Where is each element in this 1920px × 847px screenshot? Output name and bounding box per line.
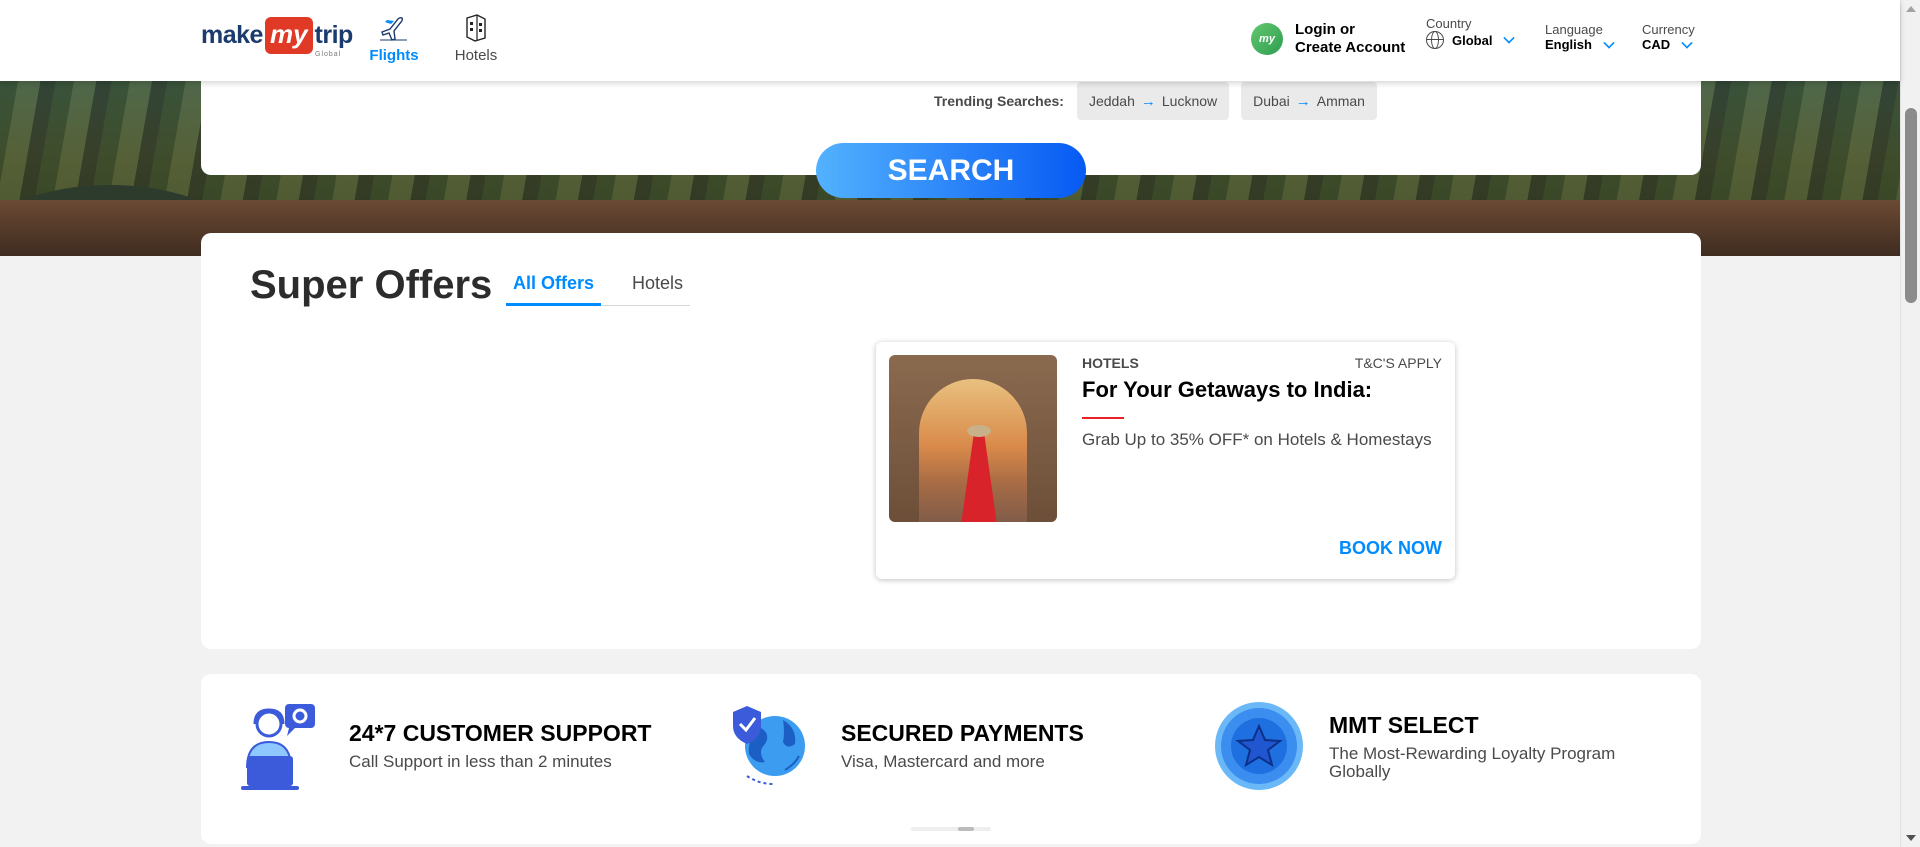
feature-title: SECURED PAYMENTS (841, 720, 1084, 746)
offer-tabs: All Offers Hotels (506, 267, 691, 306)
country-caption: Country (1426, 16, 1472, 31)
nav-hotels-label: Hotels (454, 47, 498, 64)
offer-terms: T&C'S APPLY (1354, 355, 1442, 371)
nav-hotels[interactable]: Hotels (446, 10, 506, 64)
book-now-link[interactable]: BOOK NOW (1339, 538, 1442, 559)
feature-description: Visa, Mastercard and more (841, 752, 1045, 771)
feature-description: The Most-Rewarding Loyalty Program Globa… (1329, 744, 1616, 781)
trending-label: Trending Searches: (934, 93, 1064, 109)
offer-title: For Your Getaways to India: (1082, 377, 1373, 402)
arrow-right-icon: → (1295, 92, 1311, 110)
chip-to: Amman (1316, 93, 1365, 109)
country-value: Global (1452, 32, 1493, 48)
tab-hotels[interactable]: Hotels (625, 267, 690, 305)
chip-from: Jeddah (1088, 93, 1135, 109)
logo-global: Global (315, 51, 342, 58)
feature-text: MMT SELECT The Most-Rewarding Loyalty Pr… (1329, 698, 1659, 781)
login-text: Login or Create Account (1295, 21, 1405, 57)
feature-description: Call Support in less than 2 minutes (349, 752, 612, 771)
scroll-down-arrow-icon[interactable] (1906, 835, 1916, 841)
secure-globe-icon (733, 706, 805, 785)
language-value: English (1545, 37, 1592, 52)
feature-mmt-select: MMT SELECT The Most-Rewarding Loyalty Pr… (1213, 698, 1659, 793)
country-value-row: Global (1426, 31, 1516, 49)
logo-trip: trip (314, 21, 354, 49)
logo-my: my (264, 17, 313, 54)
offer-description: Grab Up to 35% OFF* on Hotels & Homestay… (1082, 430, 1432, 449)
chevron-down-icon (1681, 36, 1693, 49)
currency-value: CAD (1642, 37, 1671, 52)
chevron-down-icon (1603, 36, 1615, 49)
top-header: make my trip Global Flights Hotels my Lo… (0, 0, 1900, 81)
carousel-thumb[interactable] (958, 827, 974, 831)
hat-shape (967, 425, 991, 437)
customer-support-icon (241, 704, 315, 790)
login-line1: Login or (1295, 21, 1355, 38)
offer-card[interactable]: HOTELS T&C'S APPLY For Your Getaways to … (876, 342, 1455, 579)
feature-customer-support: 24*7 CUSTOMER SUPPORT Call Support in le… (233, 698, 651, 793)
feature-title: 24*7 CUSTOMER SUPPORT (349, 720, 652, 746)
feature-text: 24*7 CUSTOMER SUPPORT Call Support in le… (349, 698, 651, 771)
currency-value-row: CAD (1642, 36, 1695, 52)
language-caption: Language (1545, 22, 1603, 37)
features-section: 24*7 CUSTOMER SUPPORT Call Support in le… (201, 674, 1701, 844)
feature-title: MMT SELECT (1329, 712, 1479, 738)
super-offers-title: Super Offers (250, 263, 493, 307)
star-badge-icon (1215, 702, 1303, 790)
scrollbar-thumb[interactable] (1905, 108, 1917, 303)
hotel-building-icon (466, 14, 486, 42)
page-scrollbar[interactable] (1900, 0, 1920, 847)
scroll-up-arrow-icon[interactable] (1906, 6, 1916, 12)
tab-all-offers[interactable]: All Offers (506, 267, 602, 306)
country-selector[interactable]: Country Global (1426, 16, 1516, 49)
arrow-right-icon: → (1140, 92, 1156, 110)
trending-chip-jeddah-lucknow[interactable]: Jeddah → Lucknow (1076, 82, 1230, 120)
logo-make: make (201, 21, 263, 49)
feature-text: SECURED PAYMENTS Visa, Mastercard and mo… (841, 698, 1084, 771)
offer-category: HOTELS (1082, 355, 1139, 371)
super-offers-section: Super Offers All Offers Hotels HOTELS T&… (201, 233, 1701, 649)
trending-chip-dubai-amman[interactable]: Dubai → Amman (1241, 82, 1377, 120)
offer-divider (1082, 417, 1124, 419)
chip-to: Lucknow (1161, 93, 1218, 109)
offer-image (889, 355, 1057, 522)
nav-flights[interactable]: Flights (364, 10, 424, 64)
currency-caption: Currency (1642, 22, 1695, 37)
features-carousel-indicator[interactable] (911, 827, 991, 831)
search-button[interactable]: SEARCH (816, 143, 1086, 198)
airplane-icon (380, 16, 407, 41)
makemytrip-logo[interactable]: make my trip Global (201, 17, 354, 58)
chevron-down-icon (1503, 32, 1516, 44)
feature-secured-payments: SECURED PAYMENTS Visa, Mastercard and mo… (725, 698, 1084, 793)
globe-icon (1426, 31, 1444, 49)
currency-selector[interactable]: Currency CAD (1642, 22, 1695, 52)
trending-searches: Trending Searches: Jeddah → Lucknow Duba… (934, 82, 1389, 120)
login-line2: Create Account (1295, 39, 1406, 56)
language-value-row: English (1545, 36, 1615, 52)
login-create-account[interactable]: my Login or Create Account (1251, 21, 1405, 57)
language-selector[interactable]: Language English (1545, 22, 1615, 52)
nav-flights-label: Flights (369, 47, 419, 64)
my-avatar-icon: my (1251, 23, 1283, 55)
chip-from: Dubai (1253, 93, 1290, 109)
